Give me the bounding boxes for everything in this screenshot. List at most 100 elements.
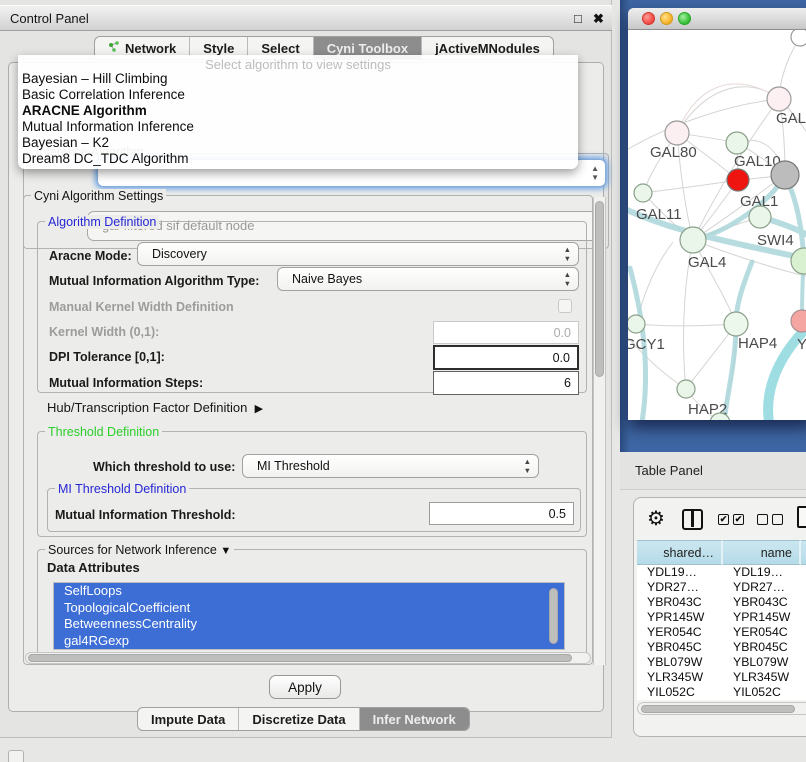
unchecked-pair-icon[interactable] [757, 514, 783, 525]
network-node[interactable] [771, 161, 799, 189]
table-row[interactable]: YPR145WYPR145W9. [637, 610, 806, 625]
column-header[interactable]: name [723, 540, 801, 565]
list-item[interactable]: gal4RGexp [54, 633, 564, 650]
table-hscrollbar[interactable] [637, 702, 806, 715]
table-cell[interactable]: 13 [801, 565, 806, 580]
table-cell[interactable]: YBR043C [637, 595, 723, 610]
list-item[interactable]: TopologicalCoefficient [54, 600, 564, 617]
settings-hscrollbar-thumb[interactable] [28, 654, 572, 662]
table-cell[interactable]: YPR145W [723, 610, 801, 625]
which-threshold-label: Which threshold to use: [93, 460, 235, 474]
close-panel-icon[interactable]: ✖ [593, 11, 604, 27]
table-row[interactable]: YBR045CYBR045C9. [637, 640, 806, 655]
dpi-tolerance-field[interactable]: 0.0 [433, 345, 579, 370]
mi-steps-field[interactable]: 6 [433, 371, 579, 395]
network-node-gal11[interactable] [634, 184, 652, 202]
table-cell[interactable]: 9 [801, 685, 806, 700]
list-item[interactable]: BetweennessCentrality [54, 616, 564, 633]
network-node-gal7[interactable] [767, 87, 791, 111]
settings-vscrollbar[interactable] [593, 197, 606, 665]
table-row[interactable]: YBR043CYBR043C [637, 595, 806, 610]
which-threshold-combobox[interactable]: MI Threshold ▲▼ [242, 454, 539, 478]
aracne-mode-combobox[interactable]: Discovery ▲▼ [137, 242, 579, 266]
table-cell[interactable]: YDR27… [723, 580, 801, 595]
network-node-gcy1[interactable] [628, 315, 645, 333]
network-node-hap2[interactable] [677, 380, 695, 398]
network-node-gal4[interactable] [680, 227, 706, 253]
mi-threshold-field[interactable]: 0.5 [429, 502, 574, 525]
gear-icon[interactable]: ⚙ [647, 506, 665, 531]
network-node-gal1[interactable] [727, 169, 749, 191]
table-panel-title: Table Panel [635, 463, 703, 478]
table-cell[interactable]: YLR345W [637, 670, 723, 685]
network-node-gal80[interactable] [665, 121, 689, 145]
table-row[interactable]: YBL079WYBL079W [637, 655, 806, 670]
table-cell[interactable] [801, 655, 806, 670]
stepper-arrows-icon: ▲▼ [524, 458, 531, 475]
table-cell[interactable]: YDR27… [637, 580, 723, 595]
network-node[interactable] [791, 248, 806, 274]
settings-vscrollbar-thumb[interactable] [595, 201, 604, 377]
table-cell[interactable]: YER054C [723, 625, 801, 640]
table-cell[interactable]: YLR345W [723, 670, 801, 685]
manual-kernel-checkbox[interactable] [558, 299, 572, 313]
dropdown-item[interactable]: Basic Correlation Inference [18, 87, 578, 103]
table-cell[interactable]: 9. [801, 640, 806, 655]
network-canvas[interactable]: GAL7GAL80GAL10GAL1GAL11SWI4GAL4GCY1HAP4Y… [628, 30, 806, 420]
table-row[interactable]: YDR27…YDR27…12 [637, 580, 806, 595]
network-node-swi4[interactable] [749, 206, 771, 228]
bottom-tab-infer-network[interactable]: Infer Network [360, 708, 469, 730]
table-row[interactable]: YER054CYER054C8. [637, 625, 806, 640]
table-cell[interactable]: YIL052C [637, 685, 723, 700]
bottom-tab-impute-data[interactable]: Impute Data [138, 708, 239, 730]
column-header[interactable]: A [801, 540, 806, 565]
table-hscrollbar-thumb[interactable] [641, 705, 795, 713]
settings-hscrollbar[interactable] [25, 652, 591, 664]
file-icon[interactable] [797, 506, 806, 528]
list-vscrollbar-thumb[interactable] [549, 588, 558, 644]
table-cell[interactable]: 9. [801, 610, 806, 625]
table-cell[interactable]: YBR045C [637, 640, 723, 655]
table-cell[interactable]: 12 [801, 580, 806, 595]
table-cell[interactable]: YBL079W [637, 655, 723, 670]
table-cell[interactable]: YPR145W [637, 610, 723, 625]
dropdown-item[interactable]: Mutual Information Inference [18, 119, 578, 135]
minimize-traffic-light[interactable] [660, 12, 673, 25]
table-cell[interactable] [801, 595, 806, 610]
hub-definition-label: Hub/Transcription Factor Definition [47, 400, 247, 415]
table-cell[interactable]: 9. [801, 670, 806, 685]
close-traffic-light[interactable] [642, 12, 655, 25]
float-panel-icon[interactable]: □ [574, 11, 582, 26]
table-cell[interactable]: YBL079W [723, 655, 801, 670]
dropdown-item[interactable]: Dream8 DC_TDC Algorithm [18, 151, 578, 167]
table-cell[interactable]: YDL19… [723, 565, 801, 580]
network-node-hap4[interactable] [724, 312, 748, 336]
columns-icon[interactable] [682, 509, 703, 530]
kernel-width-field[interactable]: 0.0 [433, 321, 579, 344]
table-row[interactable]: YDL19…YDL19…13 [637, 565, 806, 580]
network-node[interactable] [791, 30, 806, 46]
table-cell[interactable]: YBR043C [723, 595, 801, 610]
apply-button[interactable]: Apply [269, 675, 341, 699]
table-cell[interactable]: YDL19… [637, 565, 723, 580]
mi-type-combobox[interactable]: Naive Bayes ▲▼ [277, 267, 579, 291]
sources-toggle[interactable]: Sources for Network Inference ▼ [45, 543, 234, 557]
minimized-panel-icon[interactable] [8, 750, 24, 762]
bottom-tab-discretize-data[interactable]: Discretize Data [239, 708, 359, 730]
network-node-y[interactable] [791, 310, 806, 332]
zoom-traffic-light[interactable] [678, 12, 691, 25]
column-header[interactable]: shared… [637, 540, 723, 565]
network-node-gal10[interactable] [726, 132, 748, 154]
table-row[interactable]: YLR345WYLR345W9. [637, 670, 806, 685]
table-cell[interactable]: YBR045C [723, 640, 801, 655]
table-cell[interactable]: YIL052C [723, 685, 801, 700]
dropdown-item[interactable]: Bayesian – Hill Climbing [18, 71, 578, 87]
dropdown-item[interactable]: Bayesian – K2 [18, 135, 578, 151]
checked-pair-icon[interactable]: ✔✔ [718, 514, 744, 525]
table-row[interactable]: YIL052CYIL052C9 [637, 685, 806, 700]
dropdown-item[interactable]: ARACNE Algorithm [18, 103, 578, 119]
table-cell[interactable]: YER054C [637, 625, 723, 640]
list-item[interactable]: SelfLoops [54, 583, 564, 600]
hub-definition-toggle[interactable]: Hub/Transcription Factor Definition ▶ [47, 400, 263, 415]
table-cell[interactable]: 8. [801, 625, 806, 640]
